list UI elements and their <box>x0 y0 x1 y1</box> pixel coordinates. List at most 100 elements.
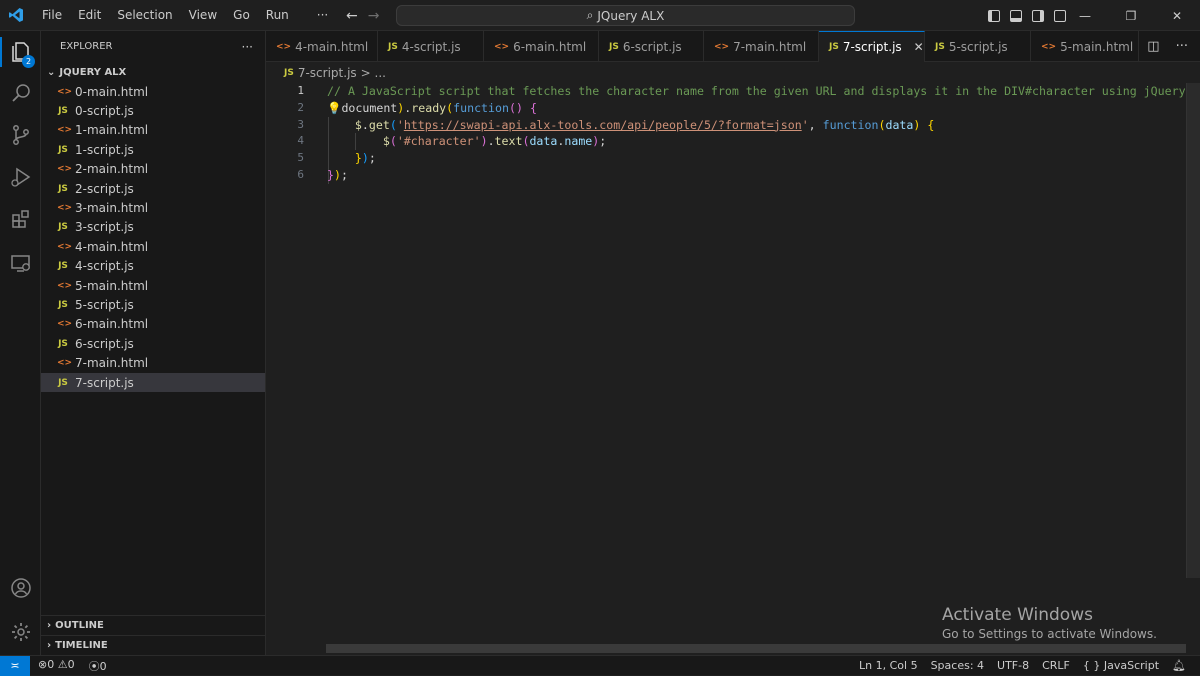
back-arrow-icon[interactable]: ← <box>346 8 358 24</box>
ports-indicator[interactable]: ⦿0 <box>89 658 107 674</box>
editor-tab[interactable]: JS 6-script.js <box>599 31 704 62</box>
breadcrumb-file[interactable]: 7-script.js <box>298 66 357 80</box>
toggle-panel-icon[interactable] <box>1010 9 1022 22</box>
file-item[interactable]: <> 0-main.html <box>41 82 265 101</box>
js-file-icon: JS <box>58 183 68 194</box>
close-window-icon[interactable]: ✕ <box>1154 0 1200 31</box>
file-name: 0-script.js <box>75 104 134 119</box>
end-of-line[interactable]: CRLF <box>1042 659 1070 672</box>
language-mode[interactable]: { } JavaScript <box>1083 659 1159 672</box>
js-file-icon: JS <box>58 144 68 155</box>
editor-tab[interactable]: <> 7-main.html <box>704 31 819 62</box>
vertical-scrollbar[interactable] <box>1186 83 1200 578</box>
outline-section[interactable]: › OUTLINE <box>41 615 266 635</box>
cursor-position[interactable]: Ln 1, Col 5 <box>859 659 918 672</box>
file-item[interactable]: <> 1-main.html <box>41 121 265 140</box>
remote-indicator-icon[interactable]: ≍ <box>0 655 30 676</box>
menu-run[interactable]: Run <box>258 0 297 31</box>
menu-edit[interactable]: Edit <box>70 0 109 31</box>
settings-gear-icon[interactable] <box>0 613 41 651</box>
file-name: 6-main.html <box>75 317 149 332</box>
html-file-icon: <> <box>57 86 73 97</box>
editor-tab[interactable]: JS 5-script.js <box>925 31 1031 62</box>
menu-selection[interactable]: Selection <box>109 0 180 31</box>
toggle-primary-sidebar-icon[interactable] <box>988 9 1000 22</box>
file-item[interactable]: JS 4-script.js <box>41 257 265 276</box>
layout-controls <box>988 0 1066 31</box>
js-file-icon: JS <box>829 42 839 52</box>
editor-tab[interactable]: JS 7-script.js ✕ <box>819 31 925 62</box>
file-name: 0-main.html <box>75 84 149 99</box>
html-file-icon: <> <box>494 41 510 52</box>
file-item[interactable]: JS 0-script.js <box>41 101 265 120</box>
breadcrumb-rest[interactable]: > ... <box>361 66 386 80</box>
toggle-secondary-sidebar-icon[interactable] <box>1032 9 1044 22</box>
editor-tabs: <> 4-main.html JS 4-script.js <> 6-main.html J… <box>266 31 1200 62</box>
js-file-icon: JS <box>58 261 68 272</box>
minimize-icon[interactable]: — <box>1062 0 1108 31</box>
file-item[interactable]: <> 3-main.html <box>41 198 265 217</box>
html-file-icon: <> <box>57 319 73 330</box>
file-item[interactable]: JS 3-script.js <box>41 218 265 237</box>
notifications-icon[interactable]: 🔔︎ <box>1172 659 1186 672</box>
file-item[interactable]: JS 1-script.js <box>41 140 265 159</box>
horizontal-scrollbar[interactable] <box>326 644 1186 653</box>
activate-subtitle: Go to Settings to activate Windows. <box>942 627 1157 641</box>
file-item[interactable]: <> 2-main.html <box>41 160 265 179</box>
restore-icon[interactable]: ❐ <box>1108 0 1154 31</box>
code-line-3: $.get('https://swapi-api.alx-tools.com/a… <box>354 117 935 132</box>
file-item[interactable]: JS 7-script.js <box>41 372 265 393</box>
menu-view[interactable]: View <box>181 0 225 31</box>
file-item[interactable]: <> 6-main.html <box>41 315 265 334</box>
menu-more[interactable]: ··· <box>309 0 336 31</box>
editor-tab[interactable]: <> 6-main.html <box>484 31 599 62</box>
close-icon[interactable]: ✕ <box>914 40 924 54</box>
status-right: Ln 1, Col 5 Spaces: 4 UTF-8 CRLF { } Jav… <box>859 659 1186 672</box>
files-icon[interactable]: 2 <box>0 33 41 71</box>
code-editor[interactable]: 1 2 3 4 5 6 // A JavaScript script that fetch… <box>266 83 1200 655</box>
line-number: 3 <box>297 117 304 131</box>
file-item[interactable]: JS 2-script.js <box>41 179 265 198</box>
active-indicator <box>0 37 2 67</box>
code-line-4: $('#character').text(data.name); <box>382 134 607 149</box>
remote-explorer-icon[interactable] <box>0 244 41 282</box>
code-line-6: }); <box>327 167 348 182</box>
file-item[interactable]: <> 7-main.html <box>41 353 265 372</box>
extensions-icon[interactable] <box>0 200 41 238</box>
file-item[interactable]: <> 4-main.html <box>41 237 265 256</box>
command-center[interactable]: ⌕ JQuery ALX <box>396 5 855 26</box>
menu-bar: File Edit Selection View Go Run ··· <box>34 0 336 31</box>
problems-indicator[interactable]: ⊗0 ⚠0 <box>38 658 75 674</box>
forward-arrow-icon[interactable]: → <box>368 8 380 24</box>
editor-tab[interactable]: JS 4-script.js <box>378 31 484 62</box>
activate-title: Activate Windows <box>942 605 1093 625</box>
file-name: 4-script.js <box>75 259 134 274</box>
split-editor-icon[interactable]: ◫ <box>1147 39 1159 54</box>
encoding[interactable]: UTF-8 <box>997 659 1029 672</box>
file-item[interactable]: JS 5-script.js <box>41 295 265 314</box>
editor-tab[interactable]: <> 4-main.html <box>266 31 378 62</box>
file-name: 3-script.js <box>75 220 134 235</box>
lightbulb-icon[interactable]: 💡 <box>327 101 341 115</box>
tab-label: 5-main.html <box>1060 39 1134 54</box>
warning-icon: ⚠ <box>57 657 68 671</box>
explorer-more-button[interactable]: ··· <box>242 40 253 54</box>
editor-tab[interactable]: <> 5-main.html <box>1031 31 1139 62</box>
account-icon[interactable] <box>0 569 41 607</box>
file-item[interactable]: <> 5-main.html <box>41 276 265 295</box>
search-icon[interactable] <box>0 74 41 112</box>
indentation[interactable]: Spaces: 4 <box>931 659 984 672</box>
more-actions-icon[interactable]: ··· <box>1176 39 1188 54</box>
tab-label: 7-main.html <box>733 39 807 54</box>
source-control-icon[interactable] <box>0 116 41 154</box>
folder-header[interactable]: ⌄ JQUERY ALX <box>41 62 265 82</box>
outline-label: OUTLINE <box>55 620 104 631</box>
chevron-right-icon: › <box>47 640 52 651</box>
menu-file[interactable]: File <box>34 0 70 31</box>
timeline-section[interactable]: › TIMELINE <box>41 635 266 655</box>
file-item[interactable]: JS 6-script.js <box>41 334 265 353</box>
chevron-down-icon: ⌄ <box>47 66 56 78</box>
html-file-icon: <> <box>1041 41 1057 52</box>
run-debug-icon[interactable] <box>0 158 41 196</box>
menu-go[interactable]: Go <box>225 0 258 31</box>
